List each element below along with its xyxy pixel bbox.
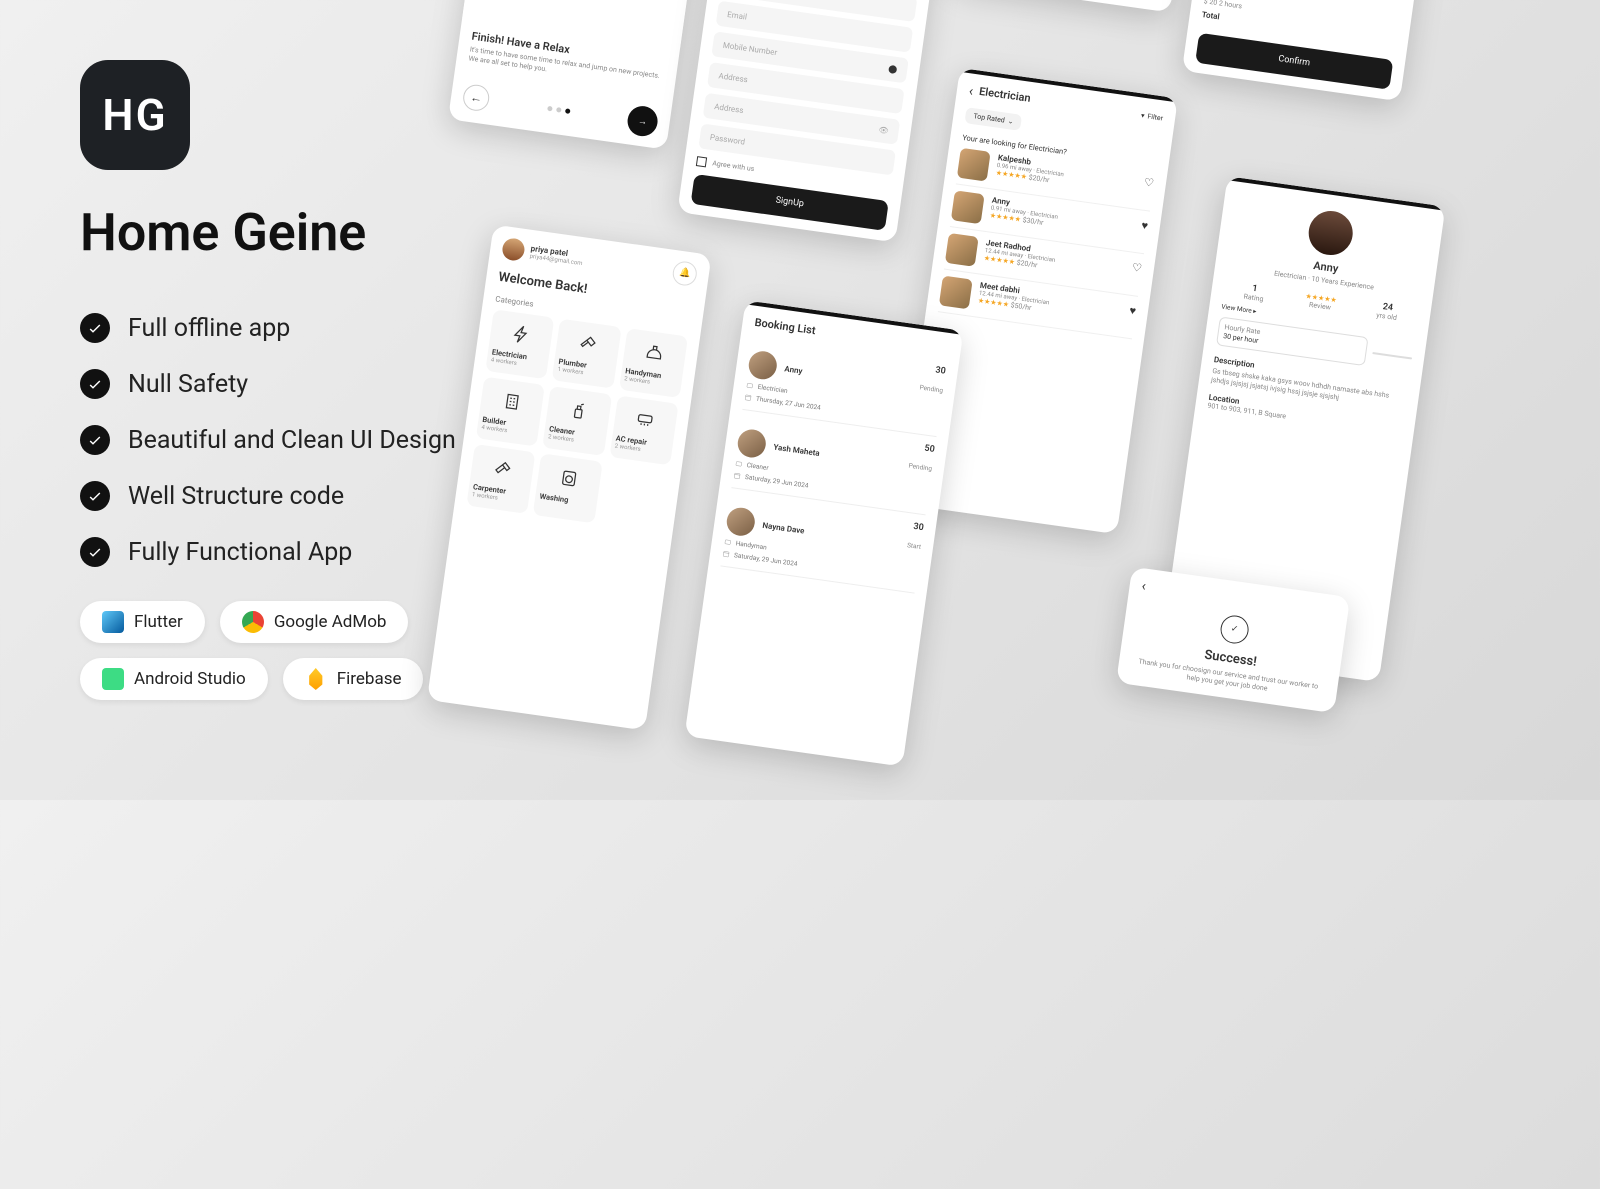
pill-flutter: Flutter (80, 601, 205, 643)
flutter-icon (102, 611, 124, 633)
check-icon (80, 481, 110, 511)
screen-onboarding: Finish! Have a Relax It's time to have s… (448, 0, 702, 150)
hammer-icon (488, 454, 517, 483)
success-check-icon: ✓ (1219, 614, 1251, 646)
cat-name: Washing (539, 492, 593, 508)
compare-button[interactable] (1372, 352, 1412, 360)
booking-status: Start (907, 541, 922, 551)
field-label: Mobile Number (722, 41, 777, 58)
cat-electrician[interactable]: Electrician4 workers (485, 309, 554, 379)
heart-icon[interactable]: ♥ (1129, 304, 1137, 318)
next-button[interactable]: → (626, 104, 660, 138)
page-dots (547, 105, 570, 113)
cat-handyman[interactable]: Handyman2 workers (619, 328, 688, 398)
booking-avatar (747, 349, 779, 381)
worker-avatar (957, 148, 991, 182)
age-label: yrs old (1376, 311, 1398, 323)
category-grid: Electrician4 workers Plumber1 workers Ha… (466, 309, 688, 532)
sort-label: Top Rated (973, 112, 1005, 124)
pill-label: Android Studio (134, 669, 246, 689)
agree-checkbox[interactable] (696, 156, 707, 167)
bolt-icon (507, 320, 536, 349)
cat-builder[interactable]: Builder4 workers (476, 377, 545, 447)
booking-status: Pending (908, 462, 932, 473)
eye-off-icon: 👁 (878, 125, 889, 135)
washer-icon (554, 464, 583, 493)
firebase-icon (305, 668, 327, 690)
screen-checkout: Anny Electrician My Address 202, off Sar… (1182, 0, 1429, 102)
booking-avatar (725, 506, 757, 538)
cat-carpenter[interactable]: Carpenter1 workers (466, 444, 535, 514)
check-icon (80, 313, 110, 343)
check-icon (80, 369, 110, 399)
worker-avatar (939, 275, 973, 309)
worker-avatar (945, 233, 979, 267)
filter-icon: ▾ (1140, 112, 1145, 120)
android-studio-icon (102, 668, 124, 690)
booking-status: Pending (919, 383, 943, 394)
field-label: Address (714, 102, 744, 115)
profile-avatar (1306, 208, 1356, 258)
agree-label: Agree with us (712, 159, 755, 174)
back-icon[interactable]: ‹ (968, 83, 974, 99)
cat-ac[interactable]: AC repair2 workers (609, 395, 678, 465)
admob-icon (242, 611, 264, 633)
booking-name: Anny (784, 364, 803, 375)
building-icon (497, 387, 526, 416)
location-icon: ⬤ (888, 64, 898, 74)
ac-icon (631, 406, 660, 435)
worker-avatar (951, 190, 985, 224)
cat-plumber[interactable]: Plumber1 workers (552, 319, 621, 389)
feature-text: Well Structure code (128, 482, 344, 511)
booking-avatar (736, 428, 768, 460)
list-title: Electrician (978, 85, 1031, 105)
feature-text: Fully Functional App (128, 538, 352, 567)
rating-label: Rating (1243, 293, 1264, 305)
pill-label: Flutter (134, 612, 183, 632)
booking-name: Nayna Dave (762, 520, 805, 535)
heart-icon[interactable]: ♥ (1141, 219, 1149, 233)
heart-icon[interactable]: ♡ (1131, 261, 1143, 275)
spray-icon (564, 396, 593, 425)
wrench-icon (573, 329, 602, 358)
filter-label: Filter (1147, 112, 1164, 122)
booking-name: Yash Maheta (773, 442, 820, 457)
check-icon (80, 425, 110, 455)
feature-text: Null Safety (128, 370, 248, 399)
feature-text: Full offline app (128, 314, 290, 343)
filter-button[interactable]: ▾Filter (1140, 112, 1163, 123)
chevron-down-icon: ⌄ (1007, 117, 1014, 126)
screen-booking-detail: Thursday, 26 Jun 3:08 AM Address Home 20… (952, 0, 1189, 13)
helmet-icon (640, 338, 669, 367)
screen-signup: Signup You've got some options. But you … (677, 0, 945, 243)
user-avatar[interactable] (501, 237, 526, 262)
back-button[interactable]: ← (461, 83, 490, 112)
pill-label: Google AdMob (274, 612, 387, 632)
sort-chip[interactable]: Top Rated ⌄ (964, 107, 1022, 131)
heart-icon[interactable]: ♡ (1143, 176, 1155, 190)
screen-home: priya patelpriya44@gmail.com 🔔 Welcome B… (427, 224, 712, 730)
screen-booking-list: Booking List 30AnnyPendingElectricianThu… (684, 300, 963, 766)
cat-washing[interactable]: Washing (533, 453, 602, 523)
cat-cleaner[interactable]: Cleaner2 workers (543, 386, 612, 456)
bell-icon[interactable]: 🔔 (671, 260, 698, 287)
app-icon: HG (80, 60, 190, 170)
check-icon (80, 537, 110, 567)
pill-android-studio: Android Studio (80, 658, 268, 700)
book-now-button[interactable]: Book Now (965, 0, 1163, 1)
